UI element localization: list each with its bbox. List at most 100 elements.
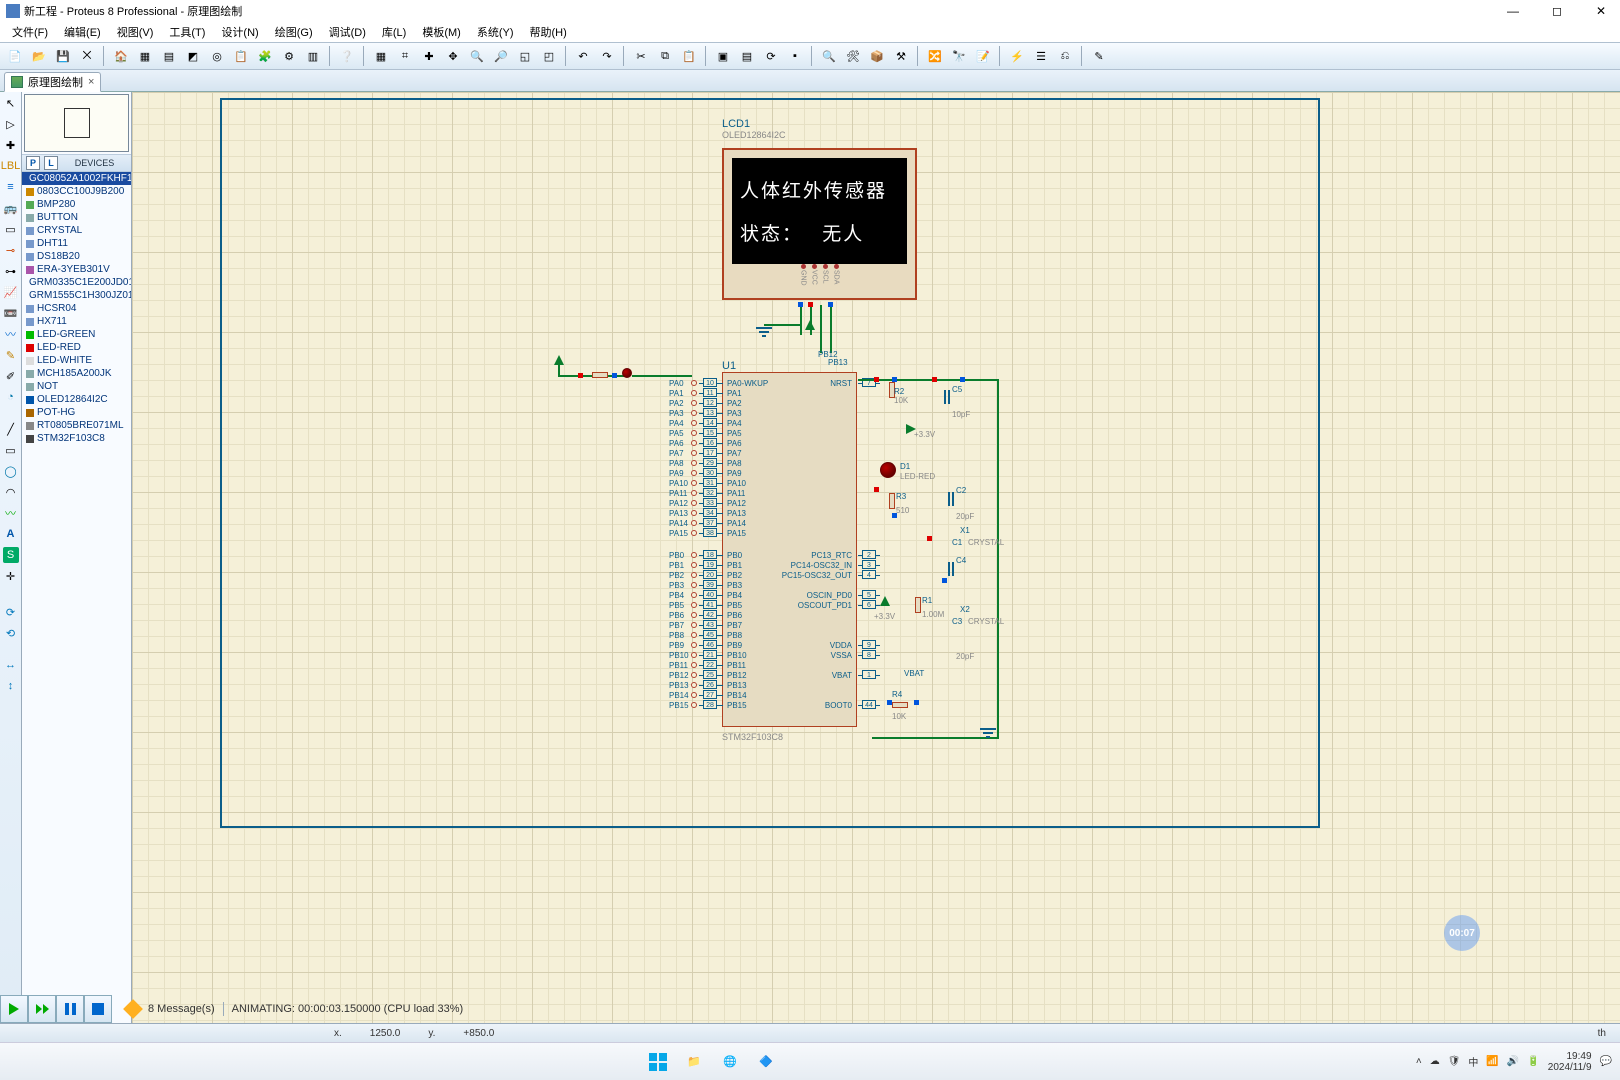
component-mode-icon[interactable]: ▷	[3, 116, 19, 132]
device-item[interactable]: GC08052A1002FKHF1	[22, 172, 131, 185]
netlist-icon[interactable]: ☰	[1030, 45, 1052, 67]
minimize-button[interactable]: —	[1500, 3, 1526, 19]
sim-pause-button[interactable]	[56, 995, 84, 1023]
device-item[interactable]: LED-WHITE	[22, 354, 131, 367]
block-move-icon[interactable]: ▤	[736, 45, 758, 67]
mcu-component[interactable]: PA0-WKUP10PA0PA111PA1PA212PA2PA313PA3PA4…	[722, 372, 857, 727]
graph-mode-icon[interactable]: 📈	[3, 284, 19, 300]
device-item[interactable]: CRYSTAL	[22, 224, 131, 237]
device-item[interactable]: BMP280	[22, 198, 131, 211]
device-item[interactable]: GRM1555C1H300JZ01D	[22, 289, 131, 302]
open-icon[interactable]: 📂	[28, 45, 50, 67]
device-item[interactable]: MCH185A200JK	[22, 367, 131, 380]
help-icon[interactable]: ❔	[336, 45, 358, 67]
menu-view[interactable]: 视图(V)	[111, 24, 160, 40]
tab-schematic[interactable]: 原理图绘制 ×	[4, 72, 101, 92]
menu-edit[interactable]: 编辑(E)	[58, 24, 107, 40]
origin-icon[interactable]: ✚	[418, 45, 440, 67]
sim-stop-button[interactable]	[84, 995, 112, 1023]
resistor-r1[interactable]	[915, 597, 921, 613]
debugcfg-icon[interactable]: ⚙	[278, 45, 300, 67]
bom-icon[interactable]: 📋	[230, 45, 252, 67]
device-list[interactable]: GC08052A1002FKHF10803CC100J9B200BMP280BU…	[22, 172, 131, 1023]
grid-toggle-icon[interactable]: ▦	[370, 45, 392, 67]
tray-onedrive-icon[interactable]: ☁	[1430, 1056, 1440, 1067]
2d-box-icon[interactable]: ▭	[3, 442, 19, 458]
schematic-canvas[interactable]: LCD1 OLED12864I2C 人体红外传感器 状态： 无人 GNDVCCS…	[132, 92, 1620, 1023]
2d-path-icon[interactable]: 〰	[3, 505, 19, 521]
probe-i-icon[interactable]: ✐	[3, 368, 19, 384]
tray-clock[interactable]: 19:49 2024/11/9	[1548, 1051, 1592, 1073]
menu-debug[interactable]: 调试(D)	[323, 24, 372, 40]
tray-wifi-icon[interactable]: 📶	[1486, 1056, 1498, 1067]
2d-circle-icon[interactable]: ◯	[3, 463, 19, 479]
redo-icon[interactable]: ↷	[596, 45, 618, 67]
edge-icon[interactable]: 🌐	[717, 1049, 743, 1075]
arel-icon[interactable]: ⎌	[1054, 45, 1076, 67]
2d-text-icon[interactable]: A	[3, 526, 19, 542]
symbol-icon[interactable]: S	[3, 547, 19, 563]
tray-ime-icon[interactable]: 中	[1468, 1054, 1478, 1069]
maximize-button[interactable]: ◻	[1544, 3, 1570, 19]
gerber-icon[interactable]: ◎	[206, 45, 228, 67]
pan-icon[interactable]: ✥	[442, 45, 464, 67]
property-assign-icon[interactable]: 📝	[972, 45, 994, 67]
zoom-area-icon[interactable]: ◰	[538, 45, 560, 67]
menu-design[interactable]: 设计(N)	[215, 24, 264, 40]
close-icon[interactable]: ⨉	[76, 45, 98, 67]
bus-icon[interactable]: 🚌	[3, 200, 19, 216]
undo-icon[interactable]: ↶	[572, 45, 594, 67]
system-tray[interactable]: ˄ ☁ 🛡 中 📶 🔊 🔋 19:49 2024/11/9 💬	[1416, 1051, 1612, 1073]
device-item[interactable]: RT0805BRE071ML	[22, 419, 131, 432]
resistor-r3[interactable]	[889, 493, 895, 509]
pcb-icon[interactable]: ▤	[158, 45, 180, 67]
device-item[interactable]: ERA-3YEB301V	[22, 263, 131, 276]
subcircuit-icon[interactable]: ▭	[3, 221, 19, 237]
wire-label-icon[interactable]: LBL	[3, 158, 19, 174]
erc-icon[interactable]: ⚡	[1006, 45, 1028, 67]
led-indicator[interactable]	[622, 368, 632, 378]
menu-file[interactable]: 文件(F)	[6, 24, 54, 40]
device-item[interactable]: DS18B20	[22, 250, 131, 263]
proteus-task-icon[interactable]: 🔷	[753, 1049, 779, 1075]
capacitor-c2[interactable]	[948, 492, 950, 506]
block-delete-icon[interactable]: ▪	[784, 45, 806, 67]
cut-icon[interactable]: ✂	[630, 45, 652, 67]
capacitor-c5[interactable]	[944, 390, 946, 404]
device-item[interactable]: BUTTON	[22, 211, 131, 224]
overview-window[interactable]	[24, 94, 129, 152]
device-item[interactable]: 0803CC100J9B200	[22, 185, 131, 198]
decompose-icon[interactable]: ⚒	[890, 45, 912, 67]
device-item[interactable]: HX711	[22, 315, 131, 328]
device-item[interactable]: POT-HG	[22, 406, 131, 419]
device-item[interactable]: GRM0335C1E200JD01D	[22, 276, 131, 289]
libraries-button[interactable]: L	[44, 156, 58, 170]
tape-icon[interactable]: 📼	[3, 305, 19, 321]
start-button[interactable]	[645, 1049, 671, 1075]
menu-tool[interactable]: 工具(T)	[163, 24, 211, 40]
tab-close-icon[interactable]: ×	[88, 76, 94, 88]
pick-parts-icon[interactable]: 🔍	[818, 45, 840, 67]
zoom-fit-icon[interactable]: ◱	[514, 45, 536, 67]
3d-icon[interactable]: ◩	[182, 45, 204, 67]
device-item[interactable]: STM32F103C8	[22, 432, 131, 445]
toolbar-help-icon[interactable]: ✎	[1088, 45, 1110, 67]
message-bar[interactable]: 8 Message(s) ANIMATING: 00:00:03.150000 …	[118, 998, 471, 1020]
terminal-icon[interactable]: ⊸	[3, 242, 19, 258]
wire-autoroute-icon[interactable]: 🔀	[924, 45, 946, 67]
tray-chevron-icon[interactable]: ˄	[1416, 1056, 1422, 1067]
pick-devices-button[interactable]: P	[26, 156, 40, 170]
mirror-x-icon[interactable]: ↔	[3, 657, 19, 673]
selection-mode-icon[interactable]: ↖	[3, 95, 19, 111]
sim-play-button[interactable]	[0, 995, 28, 1023]
block-rotate-icon[interactable]: ⟳	[760, 45, 782, 67]
explorer-icon[interactable]: 📁	[681, 1049, 707, 1075]
snap-icon[interactable]: ⌗	[394, 45, 416, 67]
text-script-icon[interactable]: ≡	[3, 179, 19, 195]
home-icon[interactable]: 🏠	[110, 45, 132, 67]
device-item[interactable]: LED-GREEN	[22, 328, 131, 341]
save-icon[interactable]: 💾	[52, 45, 74, 67]
probe-v-icon[interactable]: ✎	[3, 347, 19, 363]
menu-graph[interactable]: 绘图(G)	[269, 24, 319, 40]
paste-icon[interactable]: 📋	[678, 45, 700, 67]
